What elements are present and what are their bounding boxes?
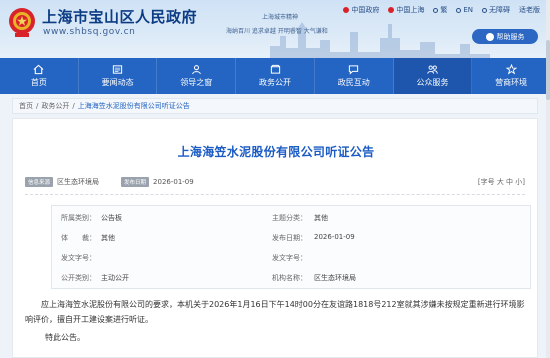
link-traditional[interactable]: 繁 (433, 5, 447, 15)
meta-divider (25, 194, 525, 195)
link-china-gov[interactable]: 中国政府 (343, 5, 379, 15)
city-spirit-slogan: 海纳百川 追求卓越 开明睿智 大气谦和 (226, 28, 328, 35)
link-shanghai-gov[interactable]: 中国上海 (388, 5, 424, 15)
link-accessibility[interactable]: 无障碍 (482, 5, 510, 15)
en-icon (456, 7, 462, 13)
body-closing: 特此公告。 (45, 333, 85, 342)
info-value: 其他 (101, 234, 115, 242)
skyline-decoration (270, 22, 490, 58)
nav-item-leaders[interactable]: 领导之窗 (157, 58, 237, 94)
service-icon (427, 65, 438, 74)
top-links: 中国政府 中国上海 繁 EN 无障碍 适老版 (343, 5, 540, 15)
date-tag: 发布日期 (121, 177, 150, 187)
main-nav: 首页 要闻动态 领导之窗 政务公开 政民互动 公众服务 营商环境 (0, 58, 550, 94)
info-key: 发文字号： (272, 254, 307, 262)
article-meta: 信息来源 区生态环境局 发布日期 2026-01-09 [字号 大 中 小] (25, 175, 525, 189)
business-icon (505, 64, 517, 75)
site-title[interactable]: 上海市宝山区人民政府 (42, 6, 197, 27)
nav-item-open[interactable]: 政务公开 (236, 58, 315, 94)
breadcrumb-current[interactable]: 上海海笠水泥股份有限公司听证公告 (78, 101, 190, 111)
article-body: 应上海海笠水泥股份有限公司的要求，本机关于2026年1月16日下午14时00分在… (25, 297, 525, 345)
info-key: 主题分类： (272, 214, 307, 222)
open-icon (270, 64, 280, 74)
breadcrumb: 首页 / 政务公开 / 上海海笠水泥股份有限公司听证公告 (12, 98, 538, 114)
breadcrumb-separator: / (72, 102, 75, 110)
home-icon (33, 64, 44, 75)
article-card: 上海海笠水泥股份有限公司听证公告 信息来源 区生态环境局 发布日期 2026-0… (12, 118, 538, 358)
info-key: 发布日期： (272, 234, 307, 242)
accessibility-icon (482, 7, 487, 13)
leader-icon (191, 65, 201, 75)
info-value: 其他 (314, 214, 328, 222)
nav-item-home[interactable]: 首页 (0, 58, 79, 94)
info-key: 公开类别： (61, 274, 96, 282)
info-value: 区生态环境局 (314, 274, 356, 282)
emblem-icon (343, 7, 350, 13)
site-url: www.shbsq.gov.cn (43, 27, 136, 37)
nav-item-public-service[interactable]: 公众服务 (393, 58, 473, 94)
info-key: 发文字号： (61, 254, 96, 262)
news-icon (112, 65, 123, 74)
national-emblem-icon[interactable] (7, 6, 37, 38)
help-icon (485, 32, 494, 41)
info-table: 所属类别： 公告板 主题分类： 其他 体 裁： 其他 发布日期： 2026-01… (51, 205, 531, 289)
body-paragraph: 应上海海笠水泥股份有限公司的要求，本机关于2026年1月16日下午14时00分在… (25, 300, 525, 324)
link-english[interactable]: EN (456, 6, 473, 14)
info-value: 2026-01-09 (314, 233, 355, 241)
nav-item-business[interactable]: 营商环境 (472, 58, 550, 94)
info-row: 体 裁： 其他 发布日期： 2026-01-09 (52, 228, 532, 246)
info-row: 公开类别： 主动公开 机构名称： 区生态环境局 (52, 268, 532, 286)
search-icon (433, 7, 439, 13)
emblem-icon (388, 7, 395, 13)
info-row: 发文字号： 发文字号： (52, 248, 532, 266)
font-size-switcher[interactable]: [字号 大 中 小] (478, 177, 525, 187)
nav-item-news[interactable]: 要闻动态 (79, 58, 158, 94)
article-source: 区生态环境局 (57, 178, 100, 186)
chat-icon (349, 65, 359, 75)
info-value: 公告板 (101, 214, 122, 222)
info-key: 所属类别： (61, 214, 96, 222)
city-spirit-title: 上海城市精神 (262, 14, 299, 21)
info-key: 体 裁： (61, 234, 96, 242)
breadcrumb-separator: / (36, 102, 39, 110)
scrollbar-thumb[interactable] (546, 40, 550, 100)
link-elderly-mode[interactable]: 适老版 (519, 5, 540, 15)
info-row: 所属类别： 公告板 主题分类： 其他 (52, 208, 532, 226)
article-date: 2026-01-09 (153, 178, 194, 186)
help-service-button[interactable]: 帮助服务 (472, 29, 538, 44)
site-header: 上海市宝山区人民政府 www.shbsq.gov.cn 上海城市精神 海纳百川 … (0, 0, 550, 58)
nav-item-interaction[interactable]: 政民互动 (315, 58, 394, 94)
article-title: 上海海笠水泥股份有限公司听证公告 (177, 145, 375, 159)
page-scrollbar[interactable] (546, 0, 550, 358)
info-value: 主动公开 (101, 274, 129, 282)
breadcrumb-section[interactable]: 政务公开 (41, 101, 69, 111)
info-key: 机构名称： (272, 274, 307, 282)
source-tag: 信息来源 (25, 177, 54, 187)
breadcrumb-home[interactable]: 首页 (19, 101, 33, 111)
